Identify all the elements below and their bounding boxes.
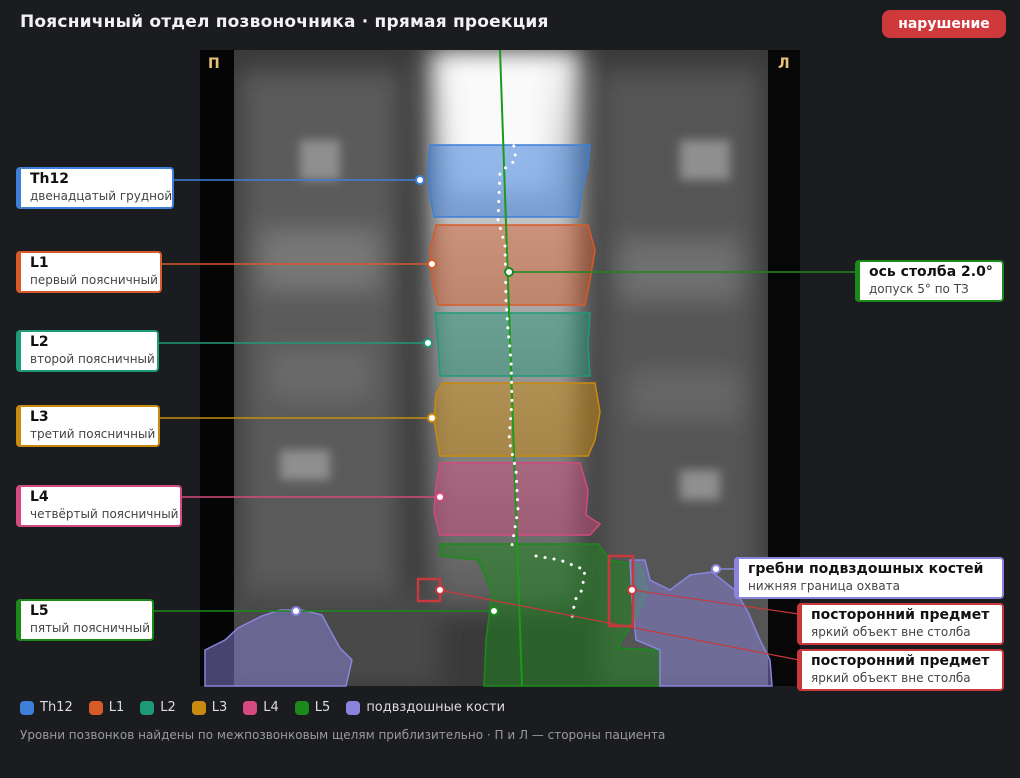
mask-l1 <box>429 224 596 306</box>
legend-item-l3: L3 <box>191 700 228 715</box>
legend-swatch <box>140 700 155 715</box>
iliac-desc: нижняя граница охвата <box>748 579 901 593</box>
legend-swatch <box>243 700 258 715</box>
legend-label: L2 <box>160 700 176 715</box>
legend-label: подвздошные кости <box>366 700 506 715</box>
legend-item-l1: L1 <box>88 700 125 715</box>
callout-l4-desc: четвёртый поясничный <box>30 507 179 521</box>
mask-l2 <box>434 312 591 377</box>
callout-l2-name: L2 <box>30 334 49 350</box>
callout-l1: L1 первый поясничный <box>16 251 162 293</box>
callout-l4-name: L4 <box>30 489 49 505</box>
legend-label: L4 <box>263 700 279 715</box>
callout-l5: L5 пятый поясничный <box>16 599 154 641</box>
legend-label: L1 <box>108 700 125 715</box>
callout-l2: L2 второй поясничный <box>16 330 159 372</box>
legend-item-th12: Th12 <box>20 700 73 715</box>
mask-iliac-right <box>204 609 353 687</box>
foreign-object-1-label: посторонний предмет <box>811 607 990 623</box>
callout-axis: ось столба 2.0° допуск 5° по ТЗ <box>855 260 1004 302</box>
callout-l5-desc: пятый поясничный <box>30 621 150 635</box>
footnote: Уровни позвонков найдены по межпозвонков… <box>20 728 666 742</box>
legend-swatch <box>294 700 309 715</box>
callout-l2-desc: второй поясничный <box>30 352 155 366</box>
foreign-object-2-label: посторонний предмет <box>811 653 990 669</box>
legend-item-l5: L5 <box>294 700 331 715</box>
callout-l3-name: L3 <box>30 409 49 425</box>
callout-l1-desc: первый поясничный <box>30 273 158 287</box>
axis-label: ось столба 2.0° <box>869 264 993 280</box>
callout-l3: L3 третий поясничный <box>16 405 160 447</box>
foreign-object-1-desc: яркий объект вне столба <box>811 625 971 639</box>
callout-l5-name: L5 <box>30 603 49 619</box>
callout-l4: L4 четвёртый поясничный <box>16 485 182 527</box>
legend-label: L3 <box>211 700 228 715</box>
legend: Th12 L1 L2 L3 L4 L5 подвздошные кости <box>20 700 521 715</box>
foreign-object-2-desc: яркий объект вне столба <box>811 671 971 685</box>
legend-swatch <box>88 700 103 715</box>
callout-th12-desc: двенадцатый грудной <box>30 189 173 203</box>
callout-th12: Th12 двенадцатый грудной <box>16 167 174 209</box>
mask-l3 <box>433 382 601 457</box>
mask-th12 <box>427 144 591 218</box>
legend-swatch <box>20 700 34 715</box>
legend-swatch <box>191 700 206 715</box>
iliac-label: гребни подвздошных костей <box>748 561 984 577</box>
callout-l1-name: L1 <box>30 255 49 271</box>
callout-th12-name: Th12 <box>30 171 69 187</box>
callout-foreign-object-2: посторонний предмет яркий объект вне сто… <box>797 649 1004 691</box>
legend-label: L5 <box>314 700 331 715</box>
legend-label: Th12 <box>40 700 73 715</box>
legend-item-l2: L2 <box>140 700 176 715</box>
mask-l5 <box>439 543 661 687</box>
legend-item-l4: L4 <box>243 700 279 715</box>
callout-iliac: гребни подвздошных костей нижняя граница… <box>734 557 1004 599</box>
legend-item-iliac: подвздошные кости <box>346 700 505 715</box>
callout-l3-desc: третий поясничный <box>30 427 156 441</box>
legend-swatch <box>346 700 361 715</box>
callout-foreign-object-1: посторонний предмет яркий объект вне сто… <box>797 603 1004 645</box>
axis-tolerance: допуск 5° по ТЗ <box>869 282 969 296</box>
